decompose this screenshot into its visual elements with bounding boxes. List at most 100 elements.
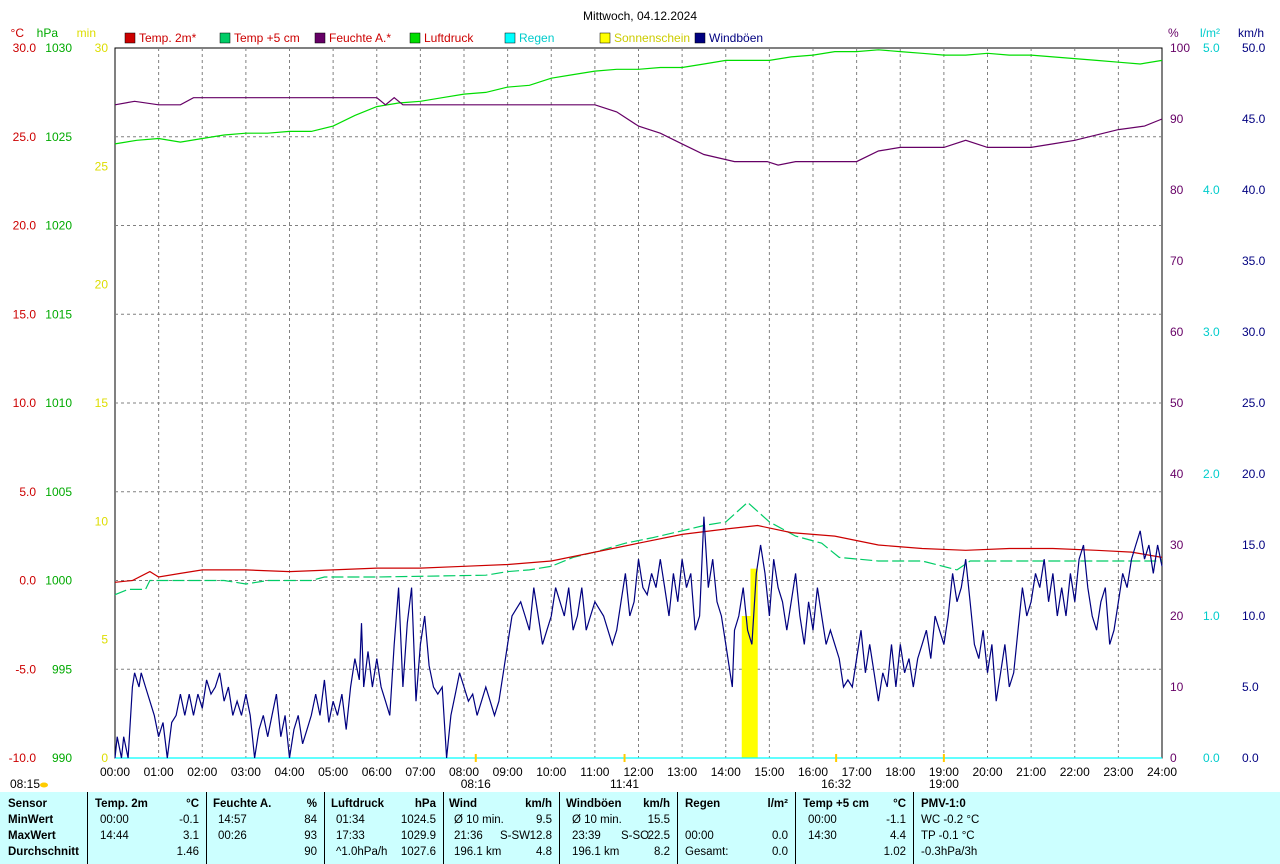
stats-unit: °C	[893, 798, 906, 810]
stats-cell: 21:36	[454, 830, 483, 842]
tick-label-sun: 0	[101, 751, 108, 765]
tick-label-temp: 25.0	[13, 130, 37, 144]
x-tick-label: 14:00	[711, 765, 741, 779]
tick-label-rain: 4.0	[1203, 183, 1220, 197]
stats-cell: 00:26	[218, 830, 247, 842]
tick-label-wind: 50.0	[1242, 41, 1266, 55]
x-tick-label: 21:00	[1016, 765, 1046, 779]
x-tick-label: 13:00	[667, 765, 697, 779]
x-tick-label: 24:00	[1147, 765, 1177, 779]
tick-label-rain: 3.0	[1203, 325, 1220, 339]
stats-divider	[443, 792, 444, 864]
stats-cell: 4.4	[890, 830, 906, 842]
x-tick-label: 06:00	[362, 765, 392, 779]
stats-cell: 14:30	[808, 830, 837, 842]
stats-unit: %	[306, 798, 317, 810]
sun-marker-label: 08:16	[461, 777, 491, 791]
stats-table: Sensor Temp. 2m °C Feuchte A.% Luftdruck hPa W…	[0, 792, 1280, 864]
stats-cell: -1.1	[886, 814, 906, 826]
stats-cell: ^1.0hPa/h	[336, 846, 388, 858]
stats-header: Sensor	[8, 798, 47, 810]
stats-header: Wind	[449, 798, 477, 810]
axis-unit-humidity: %	[1168, 26, 1179, 40]
tick-label-humidity: 30	[1170, 538, 1184, 552]
tick-label-wind: 30.0	[1242, 325, 1266, 339]
legend-label: Windböen	[709, 31, 763, 45]
tick-label-wind: 0.0	[1242, 751, 1259, 765]
chart-title: Mittwoch, 04.12.2024	[583, 9, 697, 23]
tick-labels: -10.0 -5.0 0.0 5.0 10.0 15.0 20.0 25.0 30.0 990 99…	[9, 41, 1266, 779]
legend-swatch	[314, 32, 326, 44]
tick-label-wind: 20.0	[1242, 467, 1266, 481]
tick-label-pressure: 990	[52, 751, 72, 765]
legend-swatch	[219, 32, 231, 44]
tick-label-temp: 10.0	[13, 396, 37, 410]
stats-row-label: Durchschnitt	[8, 846, 79, 858]
legend-label: Temp +5 cm	[234, 31, 300, 45]
stats-header: Temp. 2m	[95, 798, 148, 810]
tick-label-wind: 45.0	[1242, 112, 1266, 126]
stats-cell: 196.1 km	[572, 846, 620, 858]
stats-cell: Gesamt:	[685, 846, 729, 858]
x-tick-label: 00:00	[100, 765, 130, 779]
x-tick-label: 20:00	[972, 765, 1002, 779]
stats-cell: 3.1	[183, 830, 199, 842]
tick-label-wind: 10.0	[1242, 609, 1266, 623]
stats-cell: WC -0.2 °C	[921, 814, 980, 826]
stats-divider	[206, 792, 207, 864]
stats-divider	[324, 792, 325, 864]
x-tick-label: 04:00	[274, 765, 304, 779]
tick-label-humidity: 70	[1170, 254, 1184, 268]
stats-header: Windböen	[566, 798, 622, 810]
stats-header: Feuchte A.	[213, 798, 272, 810]
stats-cell: Ø 10 min.	[454, 814, 504, 826]
stats-unit: hPa	[414, 798, 436, 810]
stats-cell: 8.2	[654, 846, 670, 858]
stats-cell: 84	[304, 814, 317, 826]
tick-label-wind: 15.0	[1242, 538, 1266, 552]
tick-label-rain: 0.0	[1203, 751, 1220, 765]
tick-label-pressure: 1015	[45, 307, 72, 321]
tick-label-pressure: 995	[52, 662, 72, 676]
tick-label-temp: -5.0	[15, 662, 36, 676]
tick-label-rain: 2.0	[1203, 467, 1220, 481]
series-line-feuchte-a	[114, 96, 1163, 166]
tick-label-rain: 1.0	[1203, 609, 1220, 623]
stats-cell: 1.02	[883, 846, 906, 858]
stats-cell: 196.1 km	[454, 846, 502, 858]
x-tick-label: 09:00	[493, 765, 523, 779]
axis-unit-sun: min	[77, 26, 96, 40]
axis-unit-temp: °C	[11, 26, 25, 40]
stats-unit: km/h	[525, 798, 552, 810]
stats-unit: km/h	[643, 798, 670, 810]
stats-cell: 00:00	[100, 814, 129, 826]
stats-divider	[559, 792, 560, 864]
legend-swatch	[599, 32, 611, 44]
stats-cell: S-SW	[500, 830, 531, 842]
tick-label-wind: 5.0	[1242, 680, 1259, 694]
legend-swatch	[504, 32, 516, 44]
stats-cell: Ø 10 min.	[572, 814, 622, 826]
stats-cell: 0.0	[772, 830, 788, 842]
stats-cell: 1027.6	[400, 846, 436, 858]
tick-label-pressure: 1025	[45, 130, 72, 144]
tick-label-humidity: 80	[1170, 183, 1184, 197]
tick-label-temp: 5.0	[19, 485, 36, 499]
stats-unit: l/m²	[767, 798, 788, 810]
tick-label-sun: 10	[95, 514, 109, 528]
sun-marker-label: 19:00	[929, 777, 959, 791]
x-tick-label: 03:00	[231, 765, 261, 779]
legend-swatch	[124, 32, 136, 44]
stats-cell: 9.5	[536, 814, 552, 826]
tick-label-sun: 20	[95, 278, 109, 292]
tick-label-pressure: 1010	[45, 396, 72, 410]
stats-cell: 93	[304, 830, 317, 842]
corner-label: 08:15	[10, 777, 40, 791]
tick-label-sun: 5	[101, 633, 108, 647]
axis-unit-pressure: hPa	[37, 26, 59, 40]
x-tick-label: 15:00	[754, 765, 784, 779]
tick-label-humidity: 0	[1170, 751, 1177, 765]
tick-label-humidity: 10	[1170, 680, 1184, 694]
stats-cell: 4.8	[536, 846, 552, 858]
stats-cell: 14:44	[100, 830, 129, 842]
